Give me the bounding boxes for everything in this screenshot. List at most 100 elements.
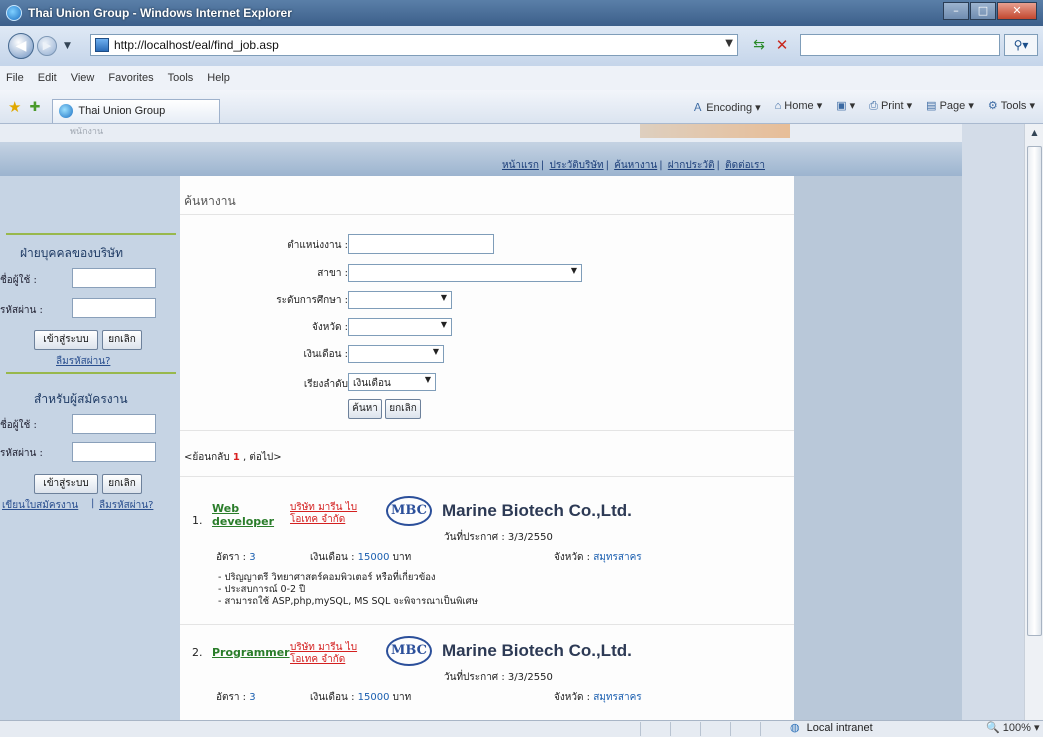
posted-date: วันที่ประกาศ : 3/3/2550: [444, 530, 553, 545]
company-password-input[interactable]: [72, 298, 156, 318]
salary-select[interactable]: ▼: [348, 345, 444, 363]
menu-edit[interactable]: Edit: [38, 72, 57, 84]
status-cell: [640, 722, 666, 736]
favorites-star-icon[interactable]: ★: [8, 98, 21, 116]
pager-current-page[interactable]: 1: [233, 452, 240, 463]
encoding-button[interactable]: Ａ Encoding ▾: [692, 99, 760, 115]
scroll-up-icon[interactable]: ▲: [1025, 124, 1043, 141]
main-content: ค้นหางาน ตำแหน่งงาน : สาขา : ▼ ระดับการศ…: [180, 176, 794, 720]
nav-contact[interactable]: ติดต่อเรา: [725, 160, 765, 171]
salary-label: เงินเดือน :: [303, 349, 348, 360]
applicant-login-button[interactable]: เข้าสู่ระบบ: [34, 474, 98, 494]
zoom-icon: 🔍: [986, 722, 1000, 734]
url-field[interactable]: http://localhost/eal/find_job.asp ▼: [90, 34, 738, 56]
minimize-button[interactable]: –: [943, 2, 969, 20]
search-cancel-button[interactable]: ยกเลิก: [385, 399, 421, 419]
education-label: ระดับการศึกษา :: [276, 295, 348, 306]
right-column: [794, 176, 962, 720]
link-separator: |: [91, 498, 95, 509]
window-title: Thai Union Group - Windows Internet Expl…: [28, 6, 292, 20]
print-button[interactable]: ⎙ Print ▾: [869, 99, 912, 115]
page-button[interactable]: ▤ Page ▾: [926, 99, 974, 115]
job-title-line: Web: [212, 502, 240, 515]
zoom-control[interactable]: 🔍 100% ▾: [986, 721, 1039, 734]
job-number: 1.: [192, 514, 203, 527]
education-select[interactable]: ▼: [348, 291, 452, 309]
home-button[interactable]: ⌂ Home ▾: [775, 99, 823, 115]
menu-view[interactable]: View: [71, 72, 95, 84]
nav-company-history[interactable]: ประวัติบริษัท: [549, 160, 603, 171]
company-link-line: โอเทค จำกัด: [290, 514, 346, 525]
intranet-icon: ◍: [790, 722, 800, 734]
close-button[interactable]: ✕: [997, 2, 1037, 20]
job-title-link[interactable]: Web developer: [212, 502, 274, 528]
sidebar: ฝ่ายบุคคลของบริษัท ชื่อผู้ใช้ : รหัสผ่าน…: [0, 176, 180, 720]
status-cell: [700, 722, 726, 736]
browser-tab[interactable]: Thai Union Group: [52, 98, 221, 123]
page-icon: [95, 38, 109, 52]
job-rate: อัตรา : 3: [216, 690, 256, 705]
company-link[interactable]: บริษัท มารีน ไบ โอเทค จำกัด: [290, 642, 357, 666]
search-button[interactable]: ค้นหา: [348, 399, 382, 419]
header-banner-image: [640, 124, 790, 138]
rate-label: อัตรา :: [216, 692, 247, 703]
maximize-button[interactable]: □: [970, 2, 996, 20]
company-link-line: บริษัท มารีน ไบ: [290, 642, 358, 653]
address-bar: ◀ ▶ ▼ http://localhost/eal/find_job.asp …: [0, 26, 1043, 66]
company-username-input[interactable]: [72, 268, 156, 288]
province-select[interactable]: ▼: [348, 318, 452, 336]
refresh-icon[interactable]: ⇆: [748, 36, 770, 56]
menu-tools[interactable]: Tools: [168, 72, 194, 84]
company-forgot-password-link[interactable]: ลืมรหัสผ่าน?: [56, 354, 110, 369]
status-cell: [760, 722, 786, 736]
forward-button[interactable]: ▶: [37, 36, 57, 56]
add-favorite-icon[interactable]: ✚: [29, 99, 40, 115]
company-cancel-button[interactable]: ยกเลิก: [102, 330, 142, 350]
url-dropdown-icon[interactable]: ▼: [725, 38, 733, 49]
feeds-icon: ▣: [836, 100, 847, 112]
feeds-button[interactable]: ▣ ▾: [836, 99, 855, 115]
pager-next-link[interactable]: , ต่อไป>: [243, 452, 282, 463]
stop-icon[interactable]: ✕: [772, 36, 792, 56]
rate-value: 3: [249, 552, 256, 563]
menu-file[interactable]: File: [6, 72, 24, 84]
history-dropdown-icon[interactable]: ▼: [64, 41, 71, 51]
search-icon[interactable]: ⚲▾: [1004, 34, 1038, 56]
branch-select[interactable]: ▼: [348, 264, 582, 282]
company-link[interactable]: บริษัท มารีน ไบ โอเทค จำกัด: [290, 502, 357, 526]
pager-prev-link[interactable]: <ย้อนกลับ: [184, 452, 230, 463]
scroll-thumb[interactable]: [1027, 146, 1042, 636]
tools-button[interactable]: ⚙ Tools ▾: [988, 99, 1035, 115]
top-navigation: หน้าแรก | ประวัติบริษัท | ค้นหางาน | ฝากประ…: [502, 160, 765, 171]
browser-search-input[interactable]: [800, 34, 1000, 56]
nav-find-job[interactable]: ค้นหางาน: [614, 160, 657, 171]
position-input[interactable]: [348, 234, 494, 254]
window-title-bar: Thai Union Group - Windows Internet Expl…: [0, 0, 1043, 26]
job-province: จังหวัด : สมุทรสาคร: [554, 550, 642, 565]
url-text: http://localhost/eal/find_job.asp: [114, 38, 279, 52]
job-listing: 2. Programmer บริษัท มารีน ไบ โอเทค จำกั…: [180, 634, 794, 720]
job-requirements: - ปริญญาตรี วิทยาศาสตร์คอมพิวเตอร์ หรือท…: [218, 572, 478, 608]
job-title-link[interactable]: Programmer: [212, 646, 290, 659]
nav-submit-resume[interactable]: ฝากประวัติ: [668, 160, 715, 171]
vertical-scrollbar[interactable]: ▲: [1024, 124, 1043, 720]
applicant-cancel-button[interactable]: ยกเลิก: [102, 474, 142, 494]
nav-home[interactable]: หน้าแรก: [502, 160, 539, 171]
menu-help[interactable]: Help: [207, 72, 230, 84]
zoom-level: 100%: [1002, 722, 1031, 734]
menu-favorites[interactable]: Favorites: [108, 72, 153, 84]
security-zone[interactable]: ◍ Local intranet: [790, 721, 873, 734]
sidebar-separator: [6, 372, 176, 374]
back-button[interactable]: ◀: [8, 33, 34, 59]
applicant-username-input[interactable]: [72, 414, 156, 434]
applicant-forgot-password-link[interactable]: ลืมรหัสผ่าน?: [99, 498, 153, 513]
sort-select[interactable]: เงินเดือน ▼: [348, 373, 436, 391]
tab-page-icon: [59, 104, 74, 118]
posted-value: 3/3/2550: [507, 532, 553, 543]
window-controls: – □ ✕: [942, 2, 1037, 20]
company-password-label: รหัสผ่าน :: [0, 305, 43, 316]
company-login-button[interactable]: เข้าสู่ระบบ: [34, 330, 98, 350]
applicant-password-input[interactable]: [72, 442, 156, 462]
register-link[interactable]: เขียนใบสมัครงาน: [2, 498, 78, 513]
job-listing: 1. Web developer บริษัท มารีน ไบ โอเทค จ…: [180, 494, 794, 654]
